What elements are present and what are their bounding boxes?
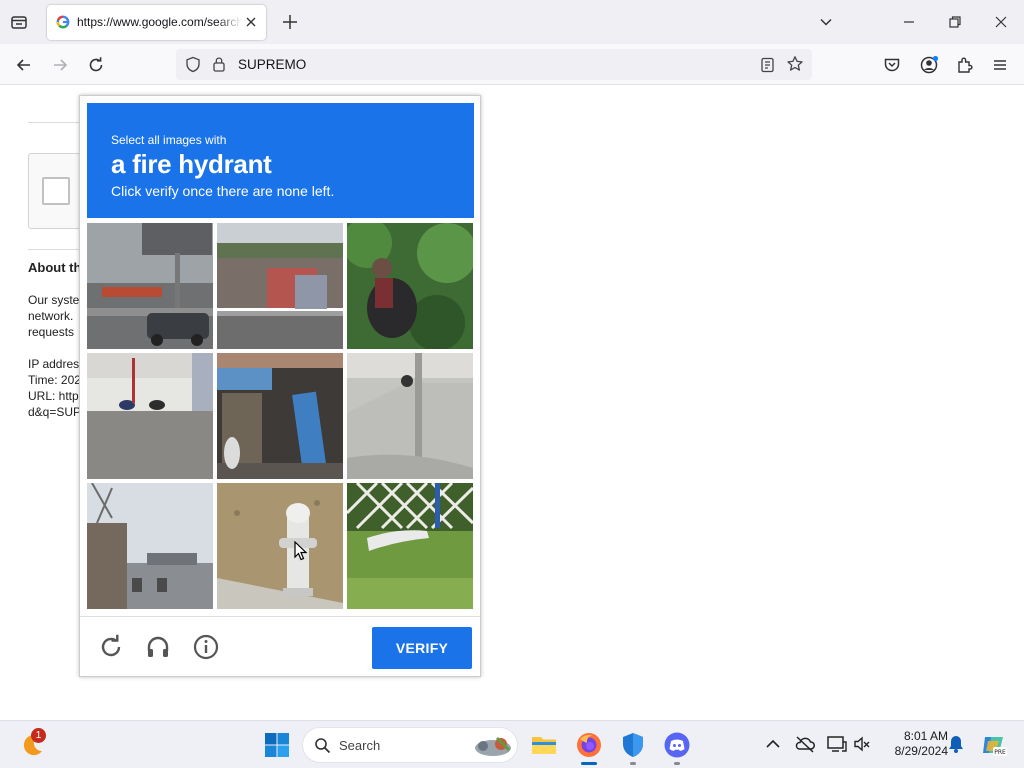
image-tile-8[interactable] xyxy=(217,483,343,609)
challenge-footer: VERIFY xyxy=(80,616,480,676)
challenge-header: Select all images with a fire hydrant Cl… xyxy=(87,103,474,218)
tab-list-icon[interactable] xyxy=(8,11,30,33)
search-placeholder: Search xyxy=(339,738,381,753)
lock-icon[interactable] xyxy=(212,56,226,73)
time-line: Time: 2024 xyxy=(28,373,80,387)
browser-tab-active[interactable]: https://www.google.com/search?q=SUPREMO xyxy=(47,5,266,40)
list-all-tabs-icon[interactable] xyxy=(815,11,837,33)
copilot-icon[interactable]: PRE xyxy=(979,731,1007,759)
mouse-cursor-icon xyxy=(294,541,308,561)
notification-bell-icon[interactable] xyxy=(947,734,965,754)
file-explorer-icon[interactable] xyxy=(530,731,558,759)
url-text: SUPREMO xyxy=(238,57,307,72)
paragraph-line: Our systems have detected unusual traffi… xyxy=(28,293,80,307)
reload-challenge-icon[interactable] xyxy=(97,633,125,661)
firefox-icon[interactable] xyxy=(575,731,603,759)
image-tile-3[interactable] xyxy=(347,223,473,349)
forward-icon[interactable] xyxy=(48,53,72,77)
windows-taskbar: 1 Search 8:01 AM 8/29/2024 PRE xyxy=(0,720,1024,768)
running-app-indicator xyxy=(674,762,680,765)
active-app-indicator xyxy=(581,762,597,765)
image-tile-9[interactable] xyxy=(347,483,473,609)
verify-button[interactable]: VERIFY xyxy=(372,627,472,669)
clock-date: 8/29/2024 xyxy=(894,744,948,758)
reload-icon[interactable] xyxy=(84,53,108,77)
reader-view-icon[interactable] xyxy=(760,57,775,73)
extensions-icon[interactable] xyxy=(953,53,977,77)
image-tile-1[interactable] xyxy=(87,223,213,349)
challenge-target: a fire hydrant xyxy=(111,149,272,179)
tab-bar: https://www.google.com/search?q=SUPREMO xyxy=(0,0,1024,44)
url-line: d&q=SUPREMO xyxy=(28,405,80,419)
close-window-icon[interactable] xyxy=(990,11,1012,33)
search-icon xyxy=(315,738,331,754)
url-line: URL: https xyxy=(28,389,80,403)
system-clock[interactable]: 8:01 AM 8/29/2024 xyxy=(878,729,948,759)
image-tile-7[interactable] xyxy=(87,483,213,609)
navigation-toolbar: SUPREMO xyxy=(0,44,1024,85)
windows-security-icon[interactable] xyxy=(619,731,647,759)
running-app-indicator xyxy=(630,762,636,765)
clock-time: 8:01 AM xyxy=(903,729,948,743)
volume-muted-icon[interactable] xyxy=(852,734,872,754)
minimize-icon[interactable] xyxy=(898,11,920,33)
address-bar[interactable]: SUPREMO xyxy=(176,49,812,80)
info-icon[interactable] xyxy=(192,633,220,661)
image-tile-5[interactable] xyxy=(217,353,343,479)
challenge-subtext: Click verify once there are none left. xyxy=(111,183,335,199)
account-icon[interactable] xyxy=(917,53,941,77)
tab-title: https://www.google.com/search?q=SUPREMO xyxy=(77,15,242,29)
network-display-icon[interactable] xyxy=(826,734,848,754)
shield-icon[interactable] xyxy=(185,56,201,73)
notification-badge: 1 xyxy=(31,728,46,743)
close-tab-icon[interactable] xyxy=(244,15,258,29)
pocket-icon[interactable] xyxy=(880,53,904,77)
ip-address-line: IP address: xyxy=(28,357,80,371)
image-tile-6[interactable] xyxy=(347,353,473,479)
captcha-challenge-dialog: Select all images with a fire hydrant Cl… xyxy=(79,95,481,677)
image-grid xyxy=(87,223,474,610)
audio-challenge-icon[interactable] xyxy=(144,633,172,661)
image-tile-2[interactable] xyxy=(217,223,343,349)
restore-icon[interactable] xyxy=(944,11,966,33)
search-highlight-icon xyxy=(475,736,511,756)
google-favicon-icon xyxy=(56,15,70,29)
bookmark-star-icon[interactable] xyxy=(786,55,804,73)
taskbar-search[interactable]: Search xyxy=(302,727,518,763)
challenge-instruction: Select all images with xyxy=(111,133,227,147)
recaptcha-checkbox[interactable] xyxy=(42,177,70,205)
start-icon[interactable] xyxy=(263,731,291,759)
menu-icon[interactable] xyxy=(988,53,1012,77)
about-heading: About this page xyxy=(28,260,80,275)
onedrive-offline-icon[interactable] xyxy=(794,734,816,754)
new-tab-icon[interactable] xyxy=(280,12,300,32)
discord-icon[interactable] xyxy=(663,731,691,759)
svg-text:PRE: PRE xyxy=(994,749,1006,756)
show-hidden-icons-chevron-up-icon[interactable] xyxy=(764,733,782,755)
image-tile-4[interactable] xyxy=(87,353,213,479)
back-icon[interactable] xyxy=(12,53,36,77)
paragraph-line: network. xyxy=(28,309,74,323)
paragraph-line: requests xyxy=(28,325,75,339)
